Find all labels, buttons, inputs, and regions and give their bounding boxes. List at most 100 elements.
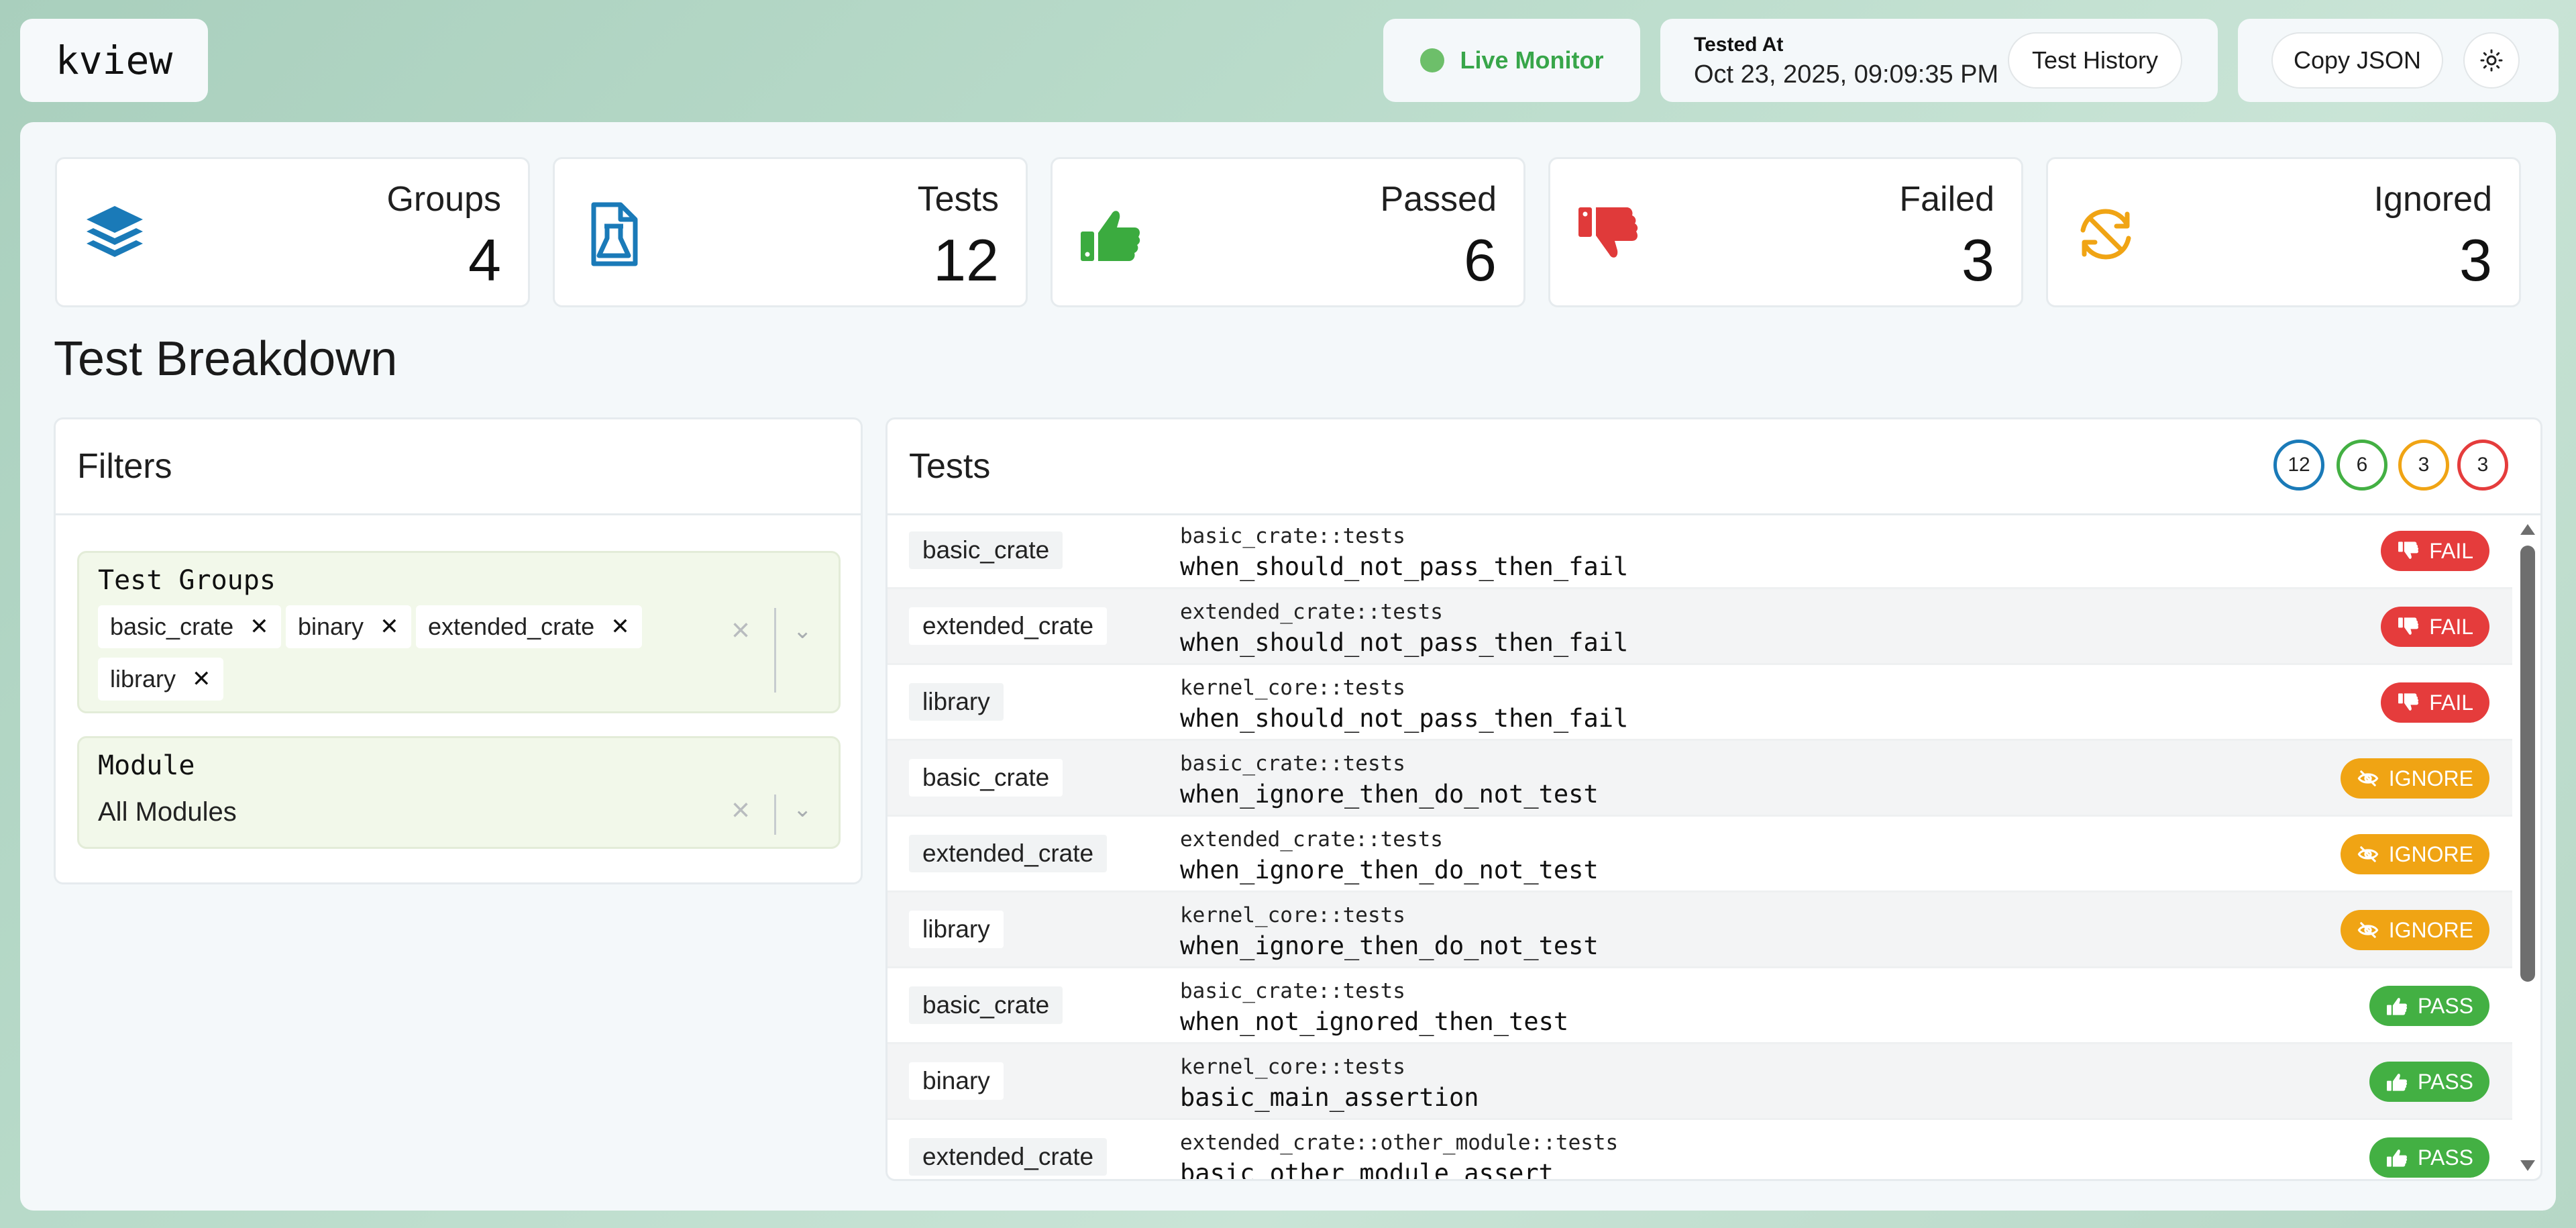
total-count-badge[interactable]: 12 [2273, 440, 2324, 491]
group-tag: library [909, 683, 1004, 721]
pass-status-badge: PASS [2369, 1137, 2489, 1178]
chip-label: library [110, 665, 176, 693]
eye-off-icon [2357, 922, 2379, 938]
filters-title: Filters [56, 419, 861, 515]
table-row[interactable]: extended_crate extended_crate::tests whe… [888, 817, 2512, 892]
tests-scrollbar[interactable] [2516, 513, 2539, 1179]
filters-panel: Filters Test Groups basic_crate ✕ binary… [54, 417, 863, 884]
chevron-down-icon[interactable]: ⌄ [793, 796, 812, 823]
sun-icon [2480, 49, 2503, 72]
remove-chip-icon[interactable]: ✕ [610, 613, 630, 640]
table-row[interactable]: extended_crate extended_crate::tests whe… [888, 589, 2512, 665]
thumbs-down-icon [2398, 542, 2419, 559]
status-label: IGNORE [2388, 917, 2473, 942]
table-row[interactable]: basic_crate basic_crate::tests when_not_… [888, 968, 2512, 1044]
status-label: IGNORE [2388, 841, 2473, 866]
test-groups-label: Test Groups [98, 565, 276, 596]
group-tag: extended_crate [909, 835, 1108, 872]
status-label: PASS [2418, 993, 2473, 1018]
tested-at-value: Oct 23, 2025, 09:09:35 PM [1694, 60, 1999, 89]
table-row[interactable]: extended_crate extended_crate::other_mod… [888, 1120, 2512, 1179]
group-tag: library [909, 911, 1004, 948]
thumbs-up-icon [2387, 998, 2408, 1015]
test-name: basic_main_assertion [1180, 1083, 1479, 1112]
group-chip: library ✕ [98, 658, 223, 701]
stat-card-ignored: Ignored 3 [2046, 157, 2521, 307]
fail-status-badge: FAIL [2381, 682, 2489, 723]
group-chip: binary ✕ [286, 605, 411, 648]
stat-card-tests: Tests 12 [553, 157, 1028, 307]
module-path: extended_crate::other_module::tests [1180, 1131, 1619, 1155]
stat-value: 6 [1464, 227, 1497, 293]
passed-count-badge[interactable]: 6 [2337, 440, 2387, 491]
failed-count-badge[interactable]: 3 [2457, 440, 2508, 491]
test-name: when_should_not_pass_then_fail [1180, 628, 1629, 657]
theme-toggle-button[interactable] [2463, 32, 2520, 89]
tests-list: basic_crate basic_crate::tests when_shou… [888, 513, 2512, 1179]
flask-file-icon [591, 202, 638, 266]
layers-icon [87, 206, 143, 257]
copy-json-button[interactable]: Copy JSON [2271, 32, 2443, 89]
scrollbar-thumb[interactable] [2520, 546, 2535, 982]
module-selected-value: All Modules [98, 797, 237, 827]
group-tag: basic_crate [909, 531, 1063, 569]
live-status-dot [1419, 48, 1444, 72]
group-tag: binary [909, 1062, 1004, 1100]
ignore-status-badge: IGNORE [2340, 758, 2489, 799]
scroll-down-arrow-icon[interactable] [2520, 1160, 2535, 1171]
test-name: when_ignore_then_do_not_test [1180, 780, 1599, 809]
pass-status-badge: PASS [2369, 986, 2489, 1026]
table-row[interactable]: library kernel_core::tests when_should_n… [888, 665, 2512, 741]
tests-panel: Tests 12 6 3 3 basic_crate basic_crate::… [885, 417, 2542, 1181]
module-path: basic_crate::tests [1180, 979, 1405, 1003]
scroll-up-arrow-icon[interactable] [2520, 524, 2535, 535]
remove-chip-icon[interactable]: ✕ [380, 613, 399, 640]
chip-label: binary [298, 613, 364, 640]
thumbs-down-icon [2398, 617, 2419, 635]
module-filter[interactable]: Module All Modules × ⌄ [77, 736, 841, 849]
group-chip: extended_crate ✕ [416, 605, 642, 648]
status-label: IGNORE [2388, 766, 2473, 790]
test-name: when_should_not_pass_then_fail [1180, 704, 1629, 733]
table-row[interactable]: basic_crate basic_crate::tests when_shou… [888, 513, 2512, 589]
status-label: FAIL [2429, 690, 2473, 715]
remove-chip-icon[interactable]: ✕ [192, 666, 211, 693]
chevron-down-icon[interactable]: ⌄ [793, 617, 812, 644]
eye-off-sync-icon [2080, 209, 2131, 260]
clear-selection-icon[interactable]: × [731, 792, 750, 829]
table-row[interactable]: library kernel_core::tests when_ignore_t… [888, 892, 2512, 968]
table-row[interactable]: basic_crate basic_crate::tests when_igno… [888, 741, 2512, 817]
tests-title: Tests [909, 447, 991, 486]
ignore-status-badge: IGNORE [2340, 910, 2489, 950]
thumbs-up-icon [2387, 1149, 2408, 1167]
thumbs-down-icon [1578, 207, 1638, 258]
ignore-status-badge: IGNORE [2340, 834, 2489, 874]
tested-at-panel: Tested At Oct 23, 2025, 09:09:35 PM Test… [1660, 19, 2218, 102]
stat-card-groups: Groups 4 [55, 157, 530, 307]
test-history-button[interactable]: Test History [2008, 32, 2182, 89]
status-label: PASS [2418, 1069, 2473, 1094]
table-row[interactable]: binary kernel_core::tests basic_main_ass… [888, 1044, 2512, 1120]
module-path: extended_crate::tests [1180, 600, 1443, 624]
test-groups-filter[interactable]: Test Groups basic_crate ✕ binary ✕ exten… [77, 551, 841, 713]
test-name: when_ignore_then_do_not_test [1180, 856, 1599, 884]
status-label: FAIL [2429, 614, 2473, 639]
tests-header: Tests 12 6 3 3 [888, 419, 2540, 515]
module-label: Module [98, 750, 195, 781]
stat-label: Passed [1380, 180, 1497, 219]
thumbs-up-icon [2387, 1074, 2408, 1091]
group-tag: basic_crate [909, 986, 1063, 1024]
remove-chip-icon[interactable]: ✕ [250, 613, 269, 640]
ignored-count-badge[interactable]: 3 [2398, 440, 2449, 491]
stat-value: 12 [933, 227, 999, 293]
live-monitor-button[interactable]: Live Monitor [1383, 19, 1640, 102]
module-path: kernel_core::tests [1180, 1055, 1405, 1079]
clear-selection-icon[interactable]: × [731, 612, 750, 649]
stat-value: 3 [1962, 227, 1994, 293]
app-logo: kview [20, 19, 208, 102]
fail-status-badge: FAIL [2381, 607, 2489, 647]
section-title: Test Breakdown [54, 332, 398, 386]
chip-label: basic_crate [110, 613, 234, 640]
tested-at-caption: Tested At [1694, 34, 1784, 56]
status-label: FAIL [2429, 538, 2473, 563]
